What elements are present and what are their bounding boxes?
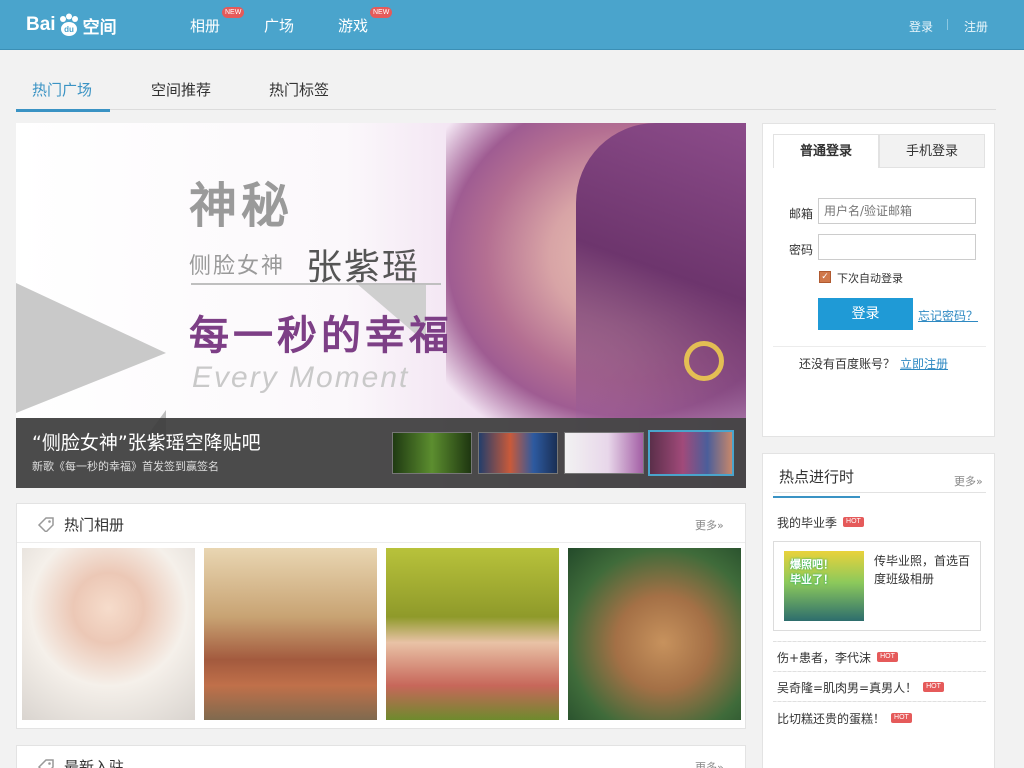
login-panel: 普通登录 手机登录 邮箱 密码 ✓ 下次自动登录 登录 忘记密码？ 还没有百度账… xyxy=(762,123,995,437)
hot-albums-section: 热门相册 更多» xyxy=(16,503,746,729)
email-label: 邮箱 xyxy=(789,207,814,221)
forgot-password-link[interactable]: 忘记密码？ xyxy=(918,307,978,324)
header-login-link[interactable]: 登录 xyxy=(909,18,933,35)
tab-normal-login[interactable]: 普通登录 xyxy=(773,134,879,168)
header-register-link[interactable]: 注册 xyxy=(964,18,988,35)
tag-icon xyxy=(37,758,55,768)
login-divider xyxy=(773,346,986,347)
hot-item[interactable]: 伤+患者，李代沫 HOT xyxy=(777,649,898,666)
singer-portrait xyxy=(446,123,746,418)
password-field[interactable] xyxy=(818,234,976,260)
banner-thumb-4[interactable] xyxy=(648,430,734,476)
hot-feature-card[interactable]: 爆照吧！ 毕业了！ 传毕业照，首选百度班级相册 xyxy=(773,541,981,631)
portrait-hair xyxy=(576,123,746,418)
living-room-photo[interactable] xyxy=(204,548,377,720)
register-now-link[interactable]: 立即注册 xyxy=(900,355,948,372)
nav-square[interactable]: 广场 xyxy=(264,15,294,36)
top-bar: Bai du 空间 相册 NEW 广场 游戏 NEW 登录 注册 xyxy=(0,0,1024,50)
banner-underline xyxy=(191,283,441,285)
hot-item-label: 比切糕还贵的蛋糕！ xyxy=(777,712,886,726)
login-button[interactable]: 登录 xyxy=(818,298,913,330)
hot-topics-more-link[interactable]: 更多» xyxy=(954,473,983,489)
decor-triangle xyxy=(16,283,166,413)
new-join-section: 最新入驻 更多» xyxy=(16,745,746,768)
hot-item-label: 伤+患者，李代沫 xyxy=(777,651,872,665)
banner-headline: 神秘 xyxy=(189,178,294,234)
caption-title[interactable]: “侧脸女神”张紫瑶空降贴吧 xyxy=(32,428,261,455)
hot-row-divider xyxy=(773,671,986,672)
new-join-title: 最新入驻 xyxy=(64,758,125,768)
cat-photo[interactable] xyxy=(568,548,741,720)
tab-mobile-login[interactable]: 手机登录 xyxy=(879,134,985,168)
hot-item[interactable]: 比切糕还贵的蛋糕！ HOT xyxy=(777,710,912,727)
hot-badge: HOT xyxy=(923,682,944,692)
hot-item-label: 吴奇隆=肌肉男=真男人！ xyxy=(777,681,918,695)
new-badge-album: NEW xyxy=(222,7,245,18)
remember-checkbox[interactable]: ✓ xyxy=(819,271,831,283)
hot-topics-panel: 热点进行时 更多» 我的毕业季 HOT 爆照吧！ 毕业了！ 传毕业照，首选百度班级相… xyxy=(762,453,995,768)
albums-divider xyxy=(17,542,745,543)
hot-topics-divider xyxy=(773,492,986,493)
banner-subline: 侧脸女神 xyxy=(189,254,286,279)
header-separator xyxy=(947,19,948,30)
banner-thumb-2[interactable] xyxy=(478,432,558,474)
featured-banner[interactable]: 神秘 侧脸女神 张紫瑶 每一秒的幸福 Every Moment “侧脸女神”张紫… xyxy=(16,123,746,488)
hot-row-divider xyxy=(773,701,986,702)
girl-flowers-photo[interactable] xyxy=(386,548,559,720)
logo-text-du: du xyxy=(64,25,74,34)
password-label: 密码 xyxy=(789,243,814,257)
hot-badge: HOT xyxy=(891,713,912,723)
hot-card-text: 传毕业照，首选百度班级相册 xyxy=(874,554,971,586)
baby-photo[interactable] xyxy=(22,548,195,720)
hot-badge: HOT xyxy=(877,652,898,662)
banner-thumb-3[interactable] xyxy=(564,432,644,474)
no-account-text: 还没有百度账号？ xyxy=(799,357,896,371)
hot-badge: HOT xyxy=(843,517,864,527)
tab-space-recommend[interactable]: 空间推荐 xyxy=(151,79,211,109)
baidu-space-logo[interactable]: Bai du 空间 xyxy=(26,10,117,40)
nav-games[interactable]: 游戏 xyxy=(338,15,368,36)
hot-albums-title: 热门相册 xyxy=(64,516,125,534)
hot-albums-more-link[interactable]: 更多» xyxy=(695,517,724,533)
banner-slogan: 每一秒的幸福 xyxy=(189,312,453,359)
hot-item[interactable]: 吴奇隆=肌肉男=真男人！ HOT xyxy=(777,679,944,696)
tab-hot-square[interactable]: 热门广场 xyxy=(16,79,110,112)
banner-caption: “侧脸女神”张紫瑶空降贴吧 新歌《每一秒的幸福》首发签到赢签名 xyxy=(16,418,746,488)
banner-english: Every Moment xyxy=(192,361,410,394)
earring xyxy=(684,341,724,381)
remember-label: 下次自动登录 xyxy=(837,272,903,285)
nav-album[interactable]: 相册 xyxy=(190,15,220,36)
banner-thumb-1[interactable] xyxy=(392,432,472,474)
email-field[interactable] xyxy=(818,198,976,224)
main-tabs: 热门广场 空间推荐 热门标签 xyxy=(16,70,996,112)
tag-icon xyxy=(37,516,55,536)
card-image-text-1: 爆照吧！ xyxy=(790,558,834,571)
hot-item-label: 我的毕业季 xyxy=(777,516,838,530)
new-join-more-link[interactable]: 更多» xyxy=(695,759,724,768)
hot-item[interactable]: 我的毕业季 HOT xyxy=(777,514,864,531)
hot-row-divider xyxy=(773,641,986,642)
logo-text-kongjian: 空间 xyxy=(82,17,117,37)
new-badge-games: NEW xyxy=(370,7,393,18)
tab-hot-tags[interactable]: 热门标签 xyxy=(269,79,329,109)
card-image-text-2: 毕业了！ xyxy=(790,573,834,586)
paw-icon: du xyxy=(57,13,81,37)
caption-subtitle: 新歌《每一秒的幸福》首发签到赢签名 xyxy=(32,460,219,473)
graduation-photo: 爆照吧！ 毕业了！ xyxy=(784,551,864,621)
logo-text-bai: Bai xyxy=(26,14,56,35)
